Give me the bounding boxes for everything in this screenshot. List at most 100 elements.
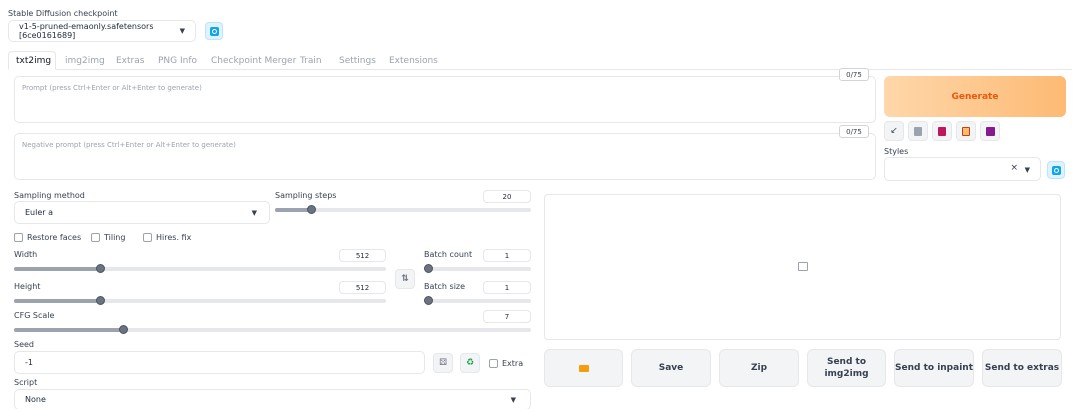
slider-thumb[interactable]	[95, 296, 105, 305]
slider-fill	[275, 208, 311, 212]
generate-button[interactable]: Generate	[884, 76, 1066, 117]
refresh-icon	[1051, 165, 1061, 175]
cfg-scale-input[interactable]: 7	[483, 310, 531, 323]
width-label: Width	[14, 250, 38, 259]
card-icon	[938, 126, 946, 136]
clear-icon[interactable]: ×	[1010, 163, 1018, 173]
negative-prompt-placeholder: Negative prompt (press Ctrl+Enter or Alt…	[22, 141, 236, 149]
slider-thumb[interactable]	[118, 325, 128, 334]
tab-png-info[interactable]: PNG Info	[158, 56, 197, 66]
checkpoint-refresh-button[interactable]	[205, 22, 223, 40]
send-to-inpaint-button[interactable]: Send to inpaint	[894, 349, 974, 387]
reuse-seed-button[interactable]: ♻	[460, 353, 480, 373]
styles-refresh-button[interactable]	[1047, 161, 1065, 179]
restore-faces-checkbox[interactable]	[14, 233, 23, 242]
seed-value: -1	[25, 358, 33, 367]
slider-thumb[interactable]	[424, 264, 433, 273]
tab-divider	[8, 69, 1072, 70]
sampling-method-label: Sampling method	[14, 191, 85, 200]
batch-count-slider[interactable]	[424, 264, 531, 273]
send-to-img2img-line2: img2img	[824, 369, 869, 379]
read-params-button[interactable]: ↙	[884, 121, 904, 141]
height-input[interactable]: 512	[339, 281, 386, 294]
zip-button[interactable]: Zip	[719, 349, 799, 387]
batch-count-input[interactable]: 1	[483, 249, 531, 262]
height-slider[interactable]	[14, 296, 386, 305]
checkpoint-dropdown[interactable]: v1-5-pruned-emaonly.safetensors [6ce0161…	[8, 20, 196, 42]
width-input[interactable]: 512	[339, 249, 386, 262]
output-gallery	[544, 194, 1061, 340]
slider-thumb[interactable]	[424, 296, 433, 305]
height-label: Height	[14, 282, 41, 291]
save-style-button[interactable]	[980, 121, 1000, 141]
restore-faces-label: Restore faces	[27, 233, 82, 242]
send-to-img2img-line1: Send to	[826, 357, 867, 367]
apply-style-button[interactable]	[956, 121, 976, 141]
prompt-input[interactable]: Prompt (press Ctrl+Enter or Alt+Enter to…	[14, 76, 876, 123]
chevron-down-icon: ▼	[251, 209, 257, 217]
extra-checkbox[interactable]	[489, 359, 498, 368]
extra-label: Extra	[502, 359, 524, 368]
tab-img2img[interactable]: img2img	[65, 56, 105, 66]
tab-settings[interactable]: Settings	[339, 56, 376, 66]
batch-size-slider[interactable]	[424, 296, 531, 305]
cfg-scale-slider[interactable]	[14, 325, 531, 334]
folder-icon	[578, 364, 589, 372]
seed-label: Seed	[14, 340, 34, 349]
width-slider[interactable]	[14, 264, 386, 273]
chevron-down-icon: ▼	[1024, 166, 1030, 174]
sampling-method-dropdown[interactable]: Euler a ▼	[14, 201, 270, 224]
dice-icon: ⚄	[439, 358, 447, 368]
open-folder-button[interactable]	[544, 349, 623, 387]
floppy-disk-icon	[985, 126, 995, 136]
checkpoint-value: v1-5-pruned-emaonly.safetensors [6ce0161…	[19, 22, 154, 40]
slider-fill	[14, 267, 100, 271]
sampling-steps-input[interactable]: 20	[483, 190, 531, 203]
checkpoint-label: Stable Diffusion checkpoint	[8, 9, 118, 18]
batch-size-label: Batch size	[424, 282, 466, 291]
prompt-token-counter: 0/75	[839, 68, 869, 81]
sampling-steps-label: Sampling steps	[275, 191, 337, 200]
chevron-down-icon: ▼	[179, 27, 185, 35]
refresh-icon	[209, 26, 219, 36]
tab-train[interactable]: Train	[300, 56, 322, 66]
swap-dimensions-button[interactable]: ⇅	[395, 269, 415, 289]
slider-thumb[interactable]	[95, 264, 105, 273]
batch-count-label: Batch count	[424, 250, 473, 259]
trash-icon	[914, 126, 922, 136]
tab-checkpoint-merger[interactable]: Checkpoint Merger	[211, 56, 296, 66]
prompt-placeholder: Prompt (press Ctrl+Enter or Alt+Enter to…	[22, 84, 202, 92]
clipboard-icon	[962, 126, 970, 136]
tiling-checkbox[interactable]	[91, 233, 100, 242]
hires-fix-label: Hires. fix	[156, 233, 192, 242]
chevron-down-icon: ▼	[510, 396, 516, 404]
slider-fill	[14, 328, 123, 332]
script-label: Script	[14, 378, 38, 387]
styles-dropdown[interactable]: × ▼	[884, 157, 1041, 181]
sampling-steps-slider[interactable]	[275, 205, 531, 214]
tab-extras[interactable]: Extras	[116, 56, 144, 66]
script-dropdown[interactable]: None ▼	[14, 389, 531, 409]
negative-prompt-token-counter: 0/75	[839, 125, 869, 138]
send-to-img2img-button[interactable]: Send to img2img	[807, 349, 886, 387]
tab-txt2img-label: txt2img	[16, 56, 52, 66]
clear-prompt-button[interactable]	[908, 121, 928, 141]
extra-networks-button[interactable]	[932, 121, 952, 141]
batch-size-input[interactable]: 1	[483, 281, 531, 294]
negative-prompt-input[interactable]: Negative prompt (press Ctrl+Enter or Alt…	[14, 133, 876, 180]
slider-thumb[interactable]	[306, 205, 316, 214]
save-button[interactable]: Save	[631, 349, 711, 387]
seed-input[interactable]: -1	[14, 351, 425, 374]
slider-fill	[14, 299, 100, 303]
cfg-scale-label: CFG Scale	[14, 311, 55, 320]
random-seed-button[interactable]: ⚄	[433, 353, 453, 373]
styles-label: Styles	[884, 147, 909, 156]
tiling-label: Tiling	[104, 233, 126, 242]
send-to-extras-button[interactable]: Send to extras	[982, 349, 1062, 387]
swap-icon: ⇅	[401, 274, 409, 284]
tab-extensions[interactable]: Extensions	[389, 56, 438, 66]
image-icon	[798, 262, 808, 271]
hires-fix-checkbox[interactable]	[143, 233, 152, 242]
sampling-method-value: Euler a	[25, 208, 54, 217]
script-value: None	[25, 395, 46, 404]
